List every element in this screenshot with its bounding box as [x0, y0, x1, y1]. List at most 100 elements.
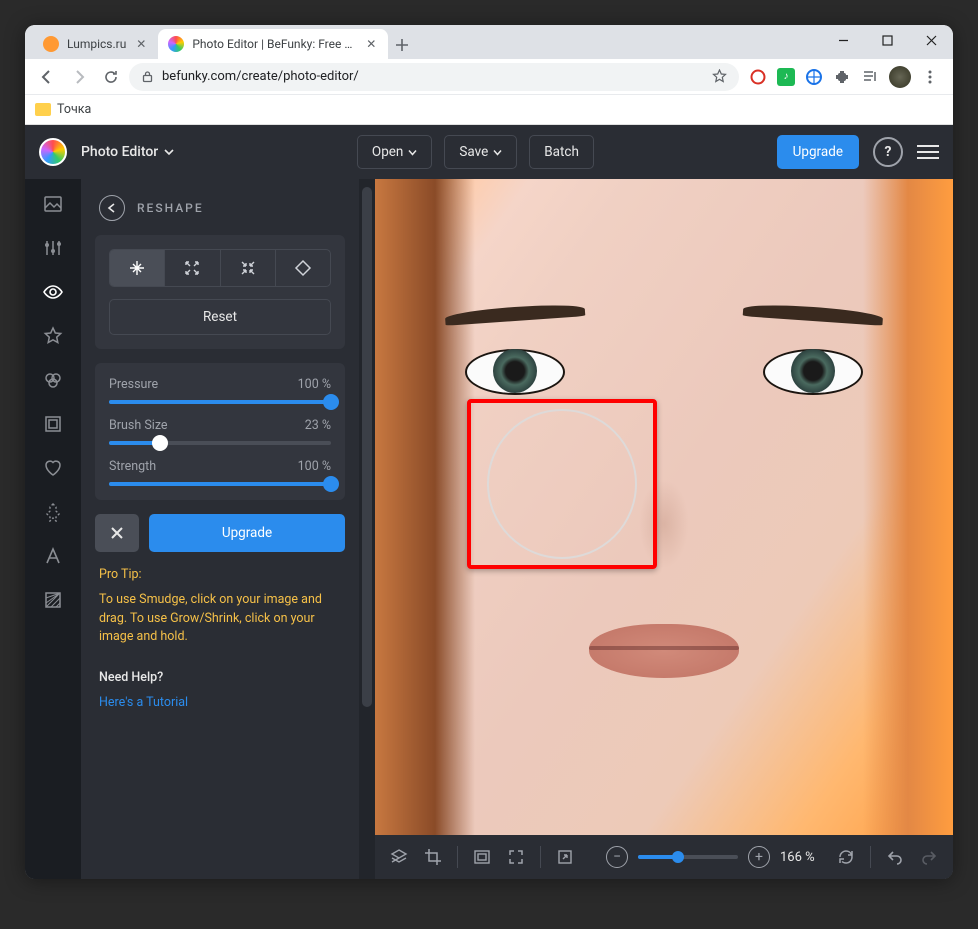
tab-favicon — [43, 36, 59, 52]
menu-icon[interactable] — [921, 68, 939, 86]
reading-list-icon[interactable] — [861, 68, 879, 86]
chevron-down-icon — [164, 147, 174, 157]
hamburger-menu[interactable] — [917, 145, 939, 159]
mode-label: Photo Editor — [81, 144, 158, 160]
zoom-in-button[interactable]: + — [748, 846, 770, 868]
new-tab-button[interactable] — [388, 31, 416, 59]
chevron-down-icon — [408, 148, 417, 157]
minimize-button[interactable] — [821, 25, 865, 55]
grow-tool[interactable] — [165, 250, 220, 286]
frame-icon[interactable] — [42, 413, 64, 435]
help-button[interactable]: ? — [873, 137, 903, 167]
expand-icon[interactable] — [555, 847, 575, 867]
reload-button[interactable] — [97, 63, 125, 91]
image-tool-icon[interactable] — [42, 193, 64, 215]
url-text: befunky.com/create/photo-editor/ — [162, 69, 704, 84]
slider-value: 100 % — [298, 459, 331, 474]
shape-icon[interactable] — [42, 501, 64, 523]
forward-button[interactable] — [65, 63, 93, 91]
omnibox[interactable]: befunky.com/create/photo-editor/ — [129, 63, 739, 91]
bookmark-star-icon[interactable] — [712, 69, 727, 84]
button-label: Batch — [544, 144, 579, 160]
bookmarks-bar: Точка — [25, 95, 953, 125]
slider-label: Pressure — [109, 377, 158, 392]
tab-label: Lumpics.ru — [67, 37, 126, 51]
side-panel: RESHAPE Reset Pressure 100 % Brush Size 23… — [81, 179, 359, 879]
overlay-icon[interactable] — [42, 369, 64, 391]
bookmark-folder[interactable]: Точка — [35, 102, 91, 117]
profile-avatar[interactable] — [889, 66, 911, 88]
fullscreen-icon[interactable] — [506, 847, 526, 867]
app-header: Photo Editor Open Save Batch Upgrade ? — [25, 125, 953, 179]
batch-button[interactable]: Batch — [529, 135, 594, 169]
zoom-value: 166 % — [780, 850, 826, 865]
crop-icon[interactable] — [423, 847, 443, 867]
restore-tool[interactable] — [276, 250, 330, 286]
close-icon[interactable]: ✕ — [364, 37, 378, 51]
tip-text: To use Smudge, click on your image and d… — [99, 591, 341, 647]
editor-canvas[interactable] — [375, 179, 953, 835]
ext-icon[interactable] — [749, 68, 767, 86]
strength-slider[interactable] — [109, 482, 331, 486]
tool-rail — [25, 179, 81, 879]
text-icon[interactable] — [42, 545, 64, 567]
ext-icon[interactable] — [805, 68, 823, 86]
close-icon[interactable]: ✕ — [134, 37, 148, 51]
tab-label: Photo Editor | BeFunky: Free Onl — [192, 37, 356, 51]
extension-icons: ♪ — [743, 66, 945, 88]
bookmark-label: Точка — [57, 102, 91, 117]
panel-scrollbar[interactable] — [359, 179, 375, 879]
fit-icon[interactable] — [472, 847, 492, 867]
layers-icon[interactable] — [389, 847, 409, 867]
help-title: Need Help? — [99, 669, 341, 688]
eye-tool-icon[interactable] — [42, 281, 64, 303]
close-window-button[interactable] — [909, 25, 953, 55]
pressure-slider[interactable] — [109, 400, 331, 404]
bottom-toolbar: − + 166 % — [375, 835, 953, 879]
selection-highlight — [467, 399, 657, 569]
heart-icon[interactable] — [42, 457, 64, 479]
upgrade-button[interactable]: Upgrade — [777, 135, 859, 169]
panel-upgrade-button[interactable]: Upgrade — [149, 514, 345, 552]
chevron-down-icon — [493, 148, 502, 157]
open-button[interactable]: Open — [357, 135, 432, 169]
tab-favicon — [168, 36, 184, 52]
ext-icon[interactable]: ♪ — [777, 68, 795, 86]
texture-icon[interactable] — [42, 589, 64, 611]
tab-lumpics[interactable]: Lumpics.ru ✕ — [33, 29, 158, 59]
extensions-icon[interactable] — [833, 68, 851, 86]
button-label: Open — [372, 144, 403, 160]
back-button[interactable] — [33, 63, 61, 91]
redo-icon[interactable] — [919, 847, 939, 867]
slider-value: 100 % — [298, 377, 331, 392]
shrink-tool[interactable] — [221, 250, 276, 286]
app-logo[interactable] — [39, 138, 67, 166]
address-bar: befunky.com/create/photo-editor/ ♪ — [25, 59, 953, 95]
reset-zoom-icon[interactable] — [836, 847, 856, 867]
photo-content — [375, 179, 953, 835]
smudge-tool[interactable] — [110, 250, 165, 286]
tip-title: Pro Tip: — [99, 566, 341, 585]
lock-icon — [141, 70, 154, 83]
slider-value: 23 % — [305, 418, 331, 433]
tutorial-link[interactable]: Here's a Tutorial — [99, 694, 341, 713]
star-icon[interactable] — [42, 325, 64, 347]
zoom-slider[interactable] — [638, 855, 738, 859]
zoom-out-button[interactable]: − — [606, 846, 628, 868]
mode-selector[interactable]: Photo Editor — [81, 144, 174, 160]
slider-label: Brush Size — [109, 418, 168, 433]
save-button[interactable]: Save — [444, 135, 517, 169]
sliders-icon[interactable] — [42, 237, 64, 259]
brush-size-slider[interactable] — [109, 441, 331, 445]
maximize-button[interactable] — [865, 25, 909, 55]
button-label: Save — [459, 144, 488, 160]
undo-icon[interactable] — [885, 847, 905, 867]
panel-title: RESHAPE — [137, 201, 204, 215]
tab-befunky[interactable]: Photo Editor | BeFunky: Free Onl ✕ — [158, 29, 388, 59]
brush-cursor — [487, 409, 637, 559]
slider-label: Strength — [109, 459, 156, 474]
back-arrow-button[interactable] — [99, 195, 125, 221]
reshape-mode-row — [109, 249, 331, 287]
reset-button[interactable]: Reset — [109, 299, 331, 335]
cancel-button[interactable] — [95, 514, 139, 552]
